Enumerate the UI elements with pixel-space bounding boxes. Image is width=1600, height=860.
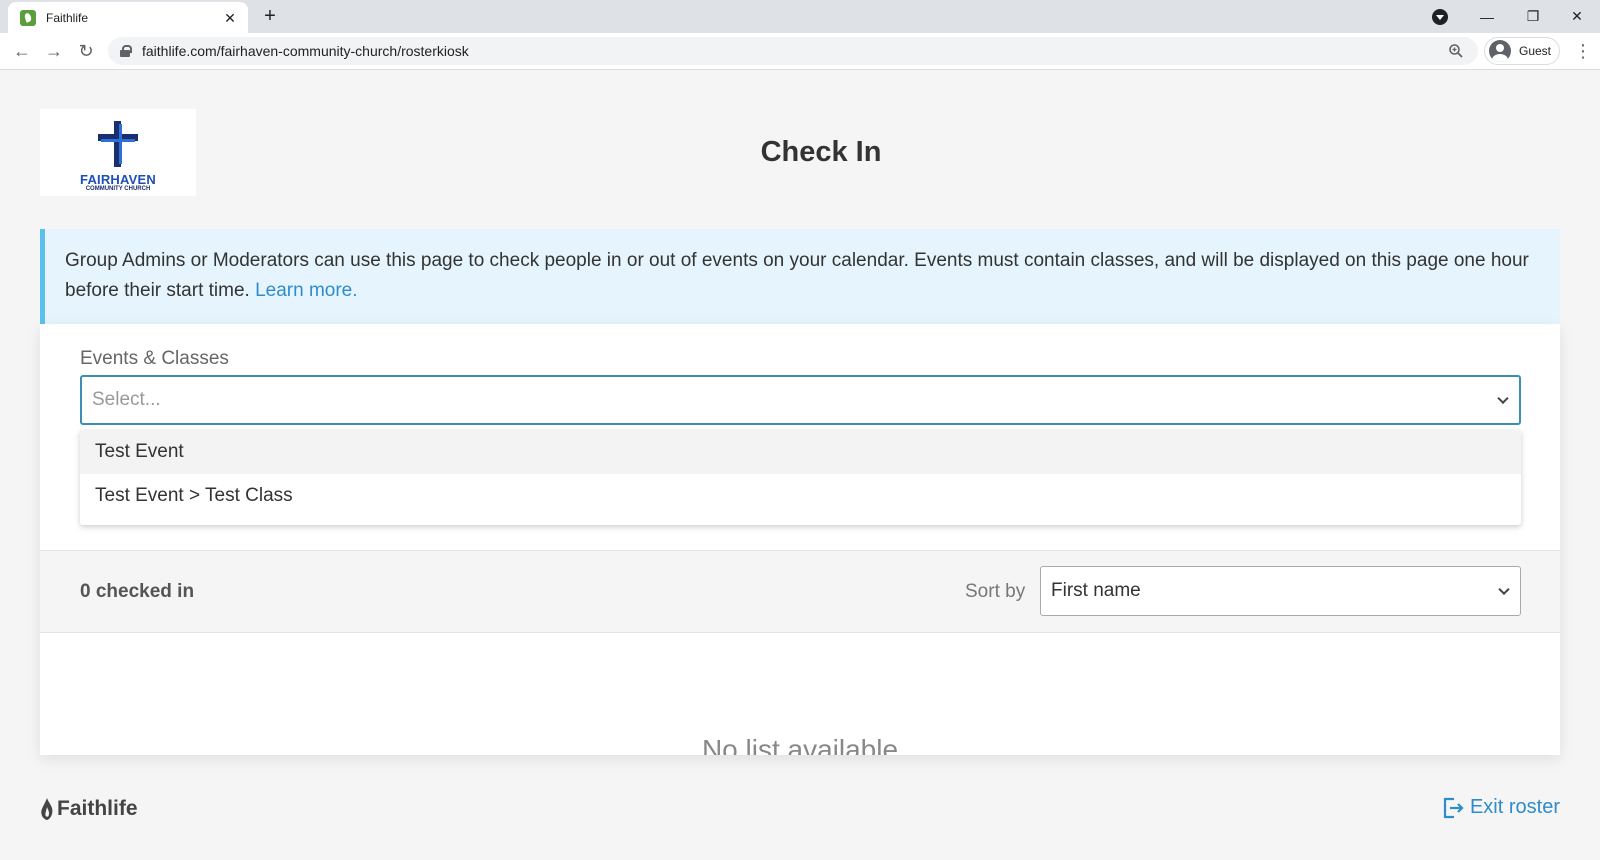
tab-close-icon[interactable]: ✕ — [222, 10, 238, 26]
back-button[interactable]: ← — [10, 39, 34, 63]
chevron-down-icon — [1497, 392, 1509, 405]
profile-button[interactable]: Guest — [1484, 37, 1560, 65]
sort-select-value: First name — [1051, 580, 1141, 601]
events-select-placeholder: Select... — [92, 389, 161, 410]
events-select[interactable]: Select... — [80, 375, 1521, 425]
learn-more-link[interactable]: Learn more. — [255, 280, 357, 301]
exit-roster-label: Exit roster — [1469, 796, 1560, 818]
events-label: Events & Classes — [80, 348, 229, 369]
faithlife-brand-text: Faithlife — [57, 797, 138, 820]
faithlife-logo[interactable]: Faithlife — [40, 796, 138, 822]
checked-in-count: 0 checked in — [80, 581, 195, 602]
reload-button[interactable]: ↻ — [74, 39, 98, 63]
event-option[interactable]: Test Event — [80, 430, 1521, 474]
new-tab-button[interactable]: + — [258, 5, 282, 29]
browser-tab[interactable]: Faithlife ✕ — [8, 2, 248, 33]
sort-select[interactable]: First name — [1040, 566, 1521, 616]
exit-icon — [1443, 797, 1464, 818]
avatar-icon — [1489, 40, 1511, 62]
checkin-card: Events & Classes Select... Test Event Te… — [40, 324, 1560, 755]
empty-list-message: No list available — [701, 734, 899, 755]
faithlife-flame-icon — [41, 798, 53, 820]
page-title: Check In — [760, 136, 882, 168]
events-dropdown-menu: Test Event Test Event > Test Class — [80, 430, 1521, 525]
lock-icon — [120, 45, 132, 57]
roster-toolbar: 0 checked in Sort by First name — [40, 550, 1560, 633]
browser-menu-icon[interactable]: ⋮ — [1574, 39, 1592, 63]
sort-label: Sort by — [965, 581, 1026, 602]
tab-search-icon[interactable] — [1432, 9, 1448, 25]
zoom-icon[interactable] — [1448, 43, 1464, 59]
logo-name: FAIRHAVEN — [80, 172, 156, 187]
forward-button[interactable]: → — [42, 39, 66, 63]
browser-tabstrip: Faithlife ✕ + — ❐ ✕ — [0, 0, 1600, 33]
event-option[interactable]: Test Event > Test Class — [80, 474, 1521, 518]
url-text: faithlife.com/fairhaven-community-church… — [142, 43, 469, 59]
close-window-button[interactable]: ✕ — [1554, 0, 1600, 33]
tab-title: Faithlife — [46, 10, 89, 25]
logo-subtitle: COMMUNITY CHURCH — [85, 186, 151, 192]
minimize-button[interactable]: — — [1464, 0, 1510, 33]
profile-label: Guest — [1519, 44, 1552, 58]
chevron-down-icon — [1498, 583, 1510, 596]
info-banner: Group Admins or Moderators can use this … — [40, 229, 1560, 324]
browser-toolbar: ← → ↻ faithlife.com/fairhaven-community-… — [0, 33, 1600, 70]
address-bar[interactable]: faithlife.com/fairhaven-community-church… — [108, 37, 1478, 65]
restore-button[interactable]: ❐ — [1510, 0, 1556, 33]
exit-roster-link[interactable]: Exit roster — [1442, 796, 1560, 819]
faithlife-favicon-icon — [20, 9, 36, 26]
